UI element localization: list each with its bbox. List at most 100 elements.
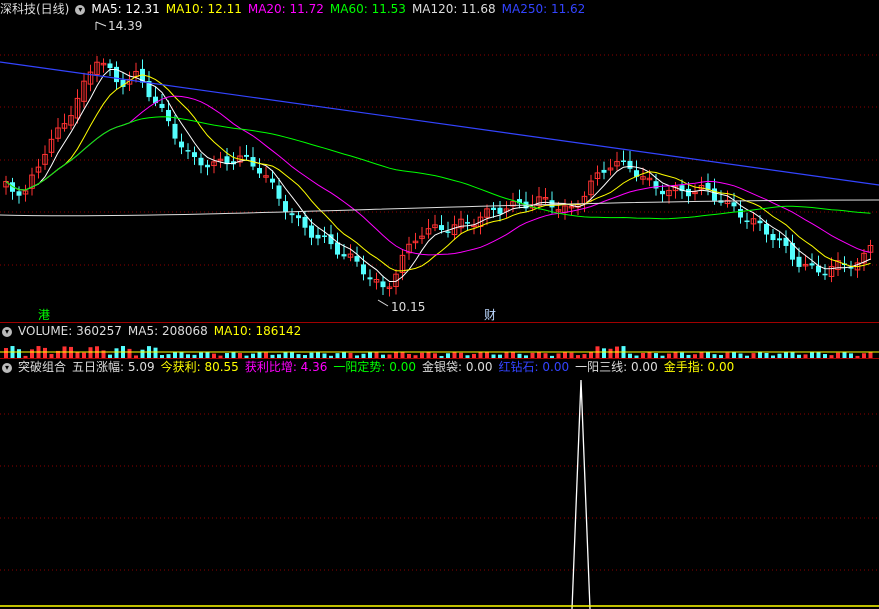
ma-label-2: MA20: 11.72 (247, 2, 324, 16)
dropdown-icon[interactable]: ▾ (2, 326, 12, 337)
volume-bar (43, 347, 47, 358)
volume-bar (30, 349, 34, 358)
candle-body (159, 103, 165, 108)
candle-body (764, 224, 769, 235)
candle-body (777, 238, 782, 241)
volume-bar (114, 348, 119, 358)
volume-ma-line (0, 350, 879, 353)
volume-label-0: VOLUME: 360257 (18, 324, 122, 338)
candle-body (627, 160, 633, 169)
volume-header: ▾ VOLUME: 360257 MA5: 208068 MA10: 186142 (0, 322, 313, 340)
candle-body (439, 225, 444, 230)
candle-body (822, 273, 828, 276)
dropdown-icon[interactable]: ▾ (75, 4, 86, 15)
candle-body (744, 220, 750, 223)
candle-body (283, 201, 288, 212)
ma20-line (5, 95, 871, 256)
candle-body (686, 188, 691, 197)
low-price-label: 10.15 (391, 300, 426, 314)
ma-label-4: MA120: 11.68 (411, 2, 496, 16)
candle-body (361, 264, 366, 275)
volume-bar (153, 347, 158, 358)
candle-body (185, 150, 191, 152)
indicator-spike (571, 379, 591, 609)
hk-connect-marker[interactable]: 港 (38, 306, 50, 323)
ma250-line (0, 61, 879, 186)
volume-panel[interactable]: ▾ VOLUME: 360257 MA5: 208068 MA10: 186142 (0, 322, 879, 358)
candle-body (738, 209, 743, 218)
ma10-line (5, 74, 871, 272)
candle-body (166, 109, 171, 122)
ma-label-1: MA10: 12.11 (165, 2, 242, 16)
indicator-label-2: 今获利: 80.55 (160, 360, 239, 374)
volume-bar (140, 349, 145, 358)
volume-bar (602, 348, 606, 358)
ma-label-3: MA60: 11.53 (329, 2, 406, 16)
volume-label-1: MA5: 208068 (127, 324, 208, 338)
candle-body (309, 225, 314, 238)
candle-body (341, 254, 347, 257)
indicator-legend: 突破组合 五日涨幅: 5.09 今获利: 80.55 获利比增: 4.36 一阳定势: … (18, 360, 740, 374)
candle-body (244, 154, 249, 157)
candle-body (712, 188, 717, 201)
indicator-label-7: 一阳三线: 0.00 (575, 360, 658, 374)
ma5-line (5, 68, 871, 283)
candle-body (205, 164, 210, 168)
candle-body (322, 235, 327, 237)
indicator-label-1: 五日涨幅: 5.09 (72, 360, 155, 374)
volume-bar (17, 349, 21, 358)
candle-body (549, 200, 555, 208)
indicator-panel[interactable]: ▾ 突破组合 五日涨幅: 5.09 今获利: 80.55 获利比增: 4.36 一阳定势:… (0, 358, 879, 609)
stock-title: 深科技(日线) (0, 2, 70, 16)
candle-body (289, 213, 295, 216)
candle-body (270, 178, 275, 183)
candle-body (296, 215, 301, 219)
dropdown-icon[interactable]: ▾ (2, 362, 12, 373)
low-pointer (377, 299, 389, 307)
candle-body (497, 207, 503, 214)
candle-body (107, 63, 113, 69)
candle-body (770, 234, 776, 241)
candle-body (380, 281, 386, 288)
candle-body (179, 141, 184, 148)
indicator-chart[interactable] (0, 358, 879, 609)
candle-body (601, 169, 607, 173)
volume-bar (608, 348, 613, 358)
volume-bar (4, 348, 8, 358)
candle-body (621, 160, 626, 162)
volume-label-2: MA10: 186142 (213, 324, 302, 338)
candle-body (192, 152, 197, 158)
candle-body (465, 222, 470, 224)
volume-bar (88, 347, 93, 358)
candle-body (809, 263, 815, 266)
indicator-label-6: 红钻石: 0.00 (498, 360, 570, 374)
candle-body (354, 256, 360, 262)
candle-body (315, 234, 321, 239)
candle-body (16, 191, 22, 196)
candle-body (757, 220, 763, 224)
high-pointer (95, 21, 107, 30)
candle-body (335, 242, 340, 255)
price-chart-panel[interactable]: 深科技(日线) ▾ MA5: 12.31 MA10: 12.11 MA20: 11.72… (0, 0, 879, 322)
volume-bar (127, 348, 132, 358)
indicator-label-8: 金手指: 0.00 (663, 360, 735, 374)
indicator-header: ▾ 突破组合 五日涨幅: 5.09 今获利: 80.55 获利比增: 4.36 一阳定势:… (0, 358, 746, 376)
indicator-label-0: 突破组合 (18, 360, 67, 374)
financial-report-marker[interactable]: 财 (484, 306, 496, 323)
candle-body (276, 185, 282, 199)
price-header: 深科技(日线) ▾ MA5: 12.31 MA10: 12.11 MA20: 11.72… (0, 0, 597, 18)
indicator-label-4: 一阳定势: 0.00 (333, 360, 416, 374)
candle-body (731, 202, 737, 207)
candlestick-chart[interactable] (0, 0, 879, 322)
candle-body (302, 217, 308, 228)
high-price-label: 14.39 (108, 19, 143, 33)
candle-body (172, 123, 178, 139)
indicator-label-5: 金银袋: 0.00 (421, 360, 493, 374)
ma-legend: MA5: 12.31 MA10: 12.11 MA20: 11.72 MA60: 11… (91, 2, 591, 16)
candle-body (491, 207, 496, 210)
candle-body (257, 167, 262, 174)
ma-label-0: MA5: 12.31 (91, 2, 160, 16)
indicator-label-3: 获利比增: 4.36 (244, 360, 328, 374)
volume-legend: VOLUME: 360257 MA5: 208068 MA10: 186142 (18, 324, 307, 338)
candle-body (198, 157, 204, 166)
